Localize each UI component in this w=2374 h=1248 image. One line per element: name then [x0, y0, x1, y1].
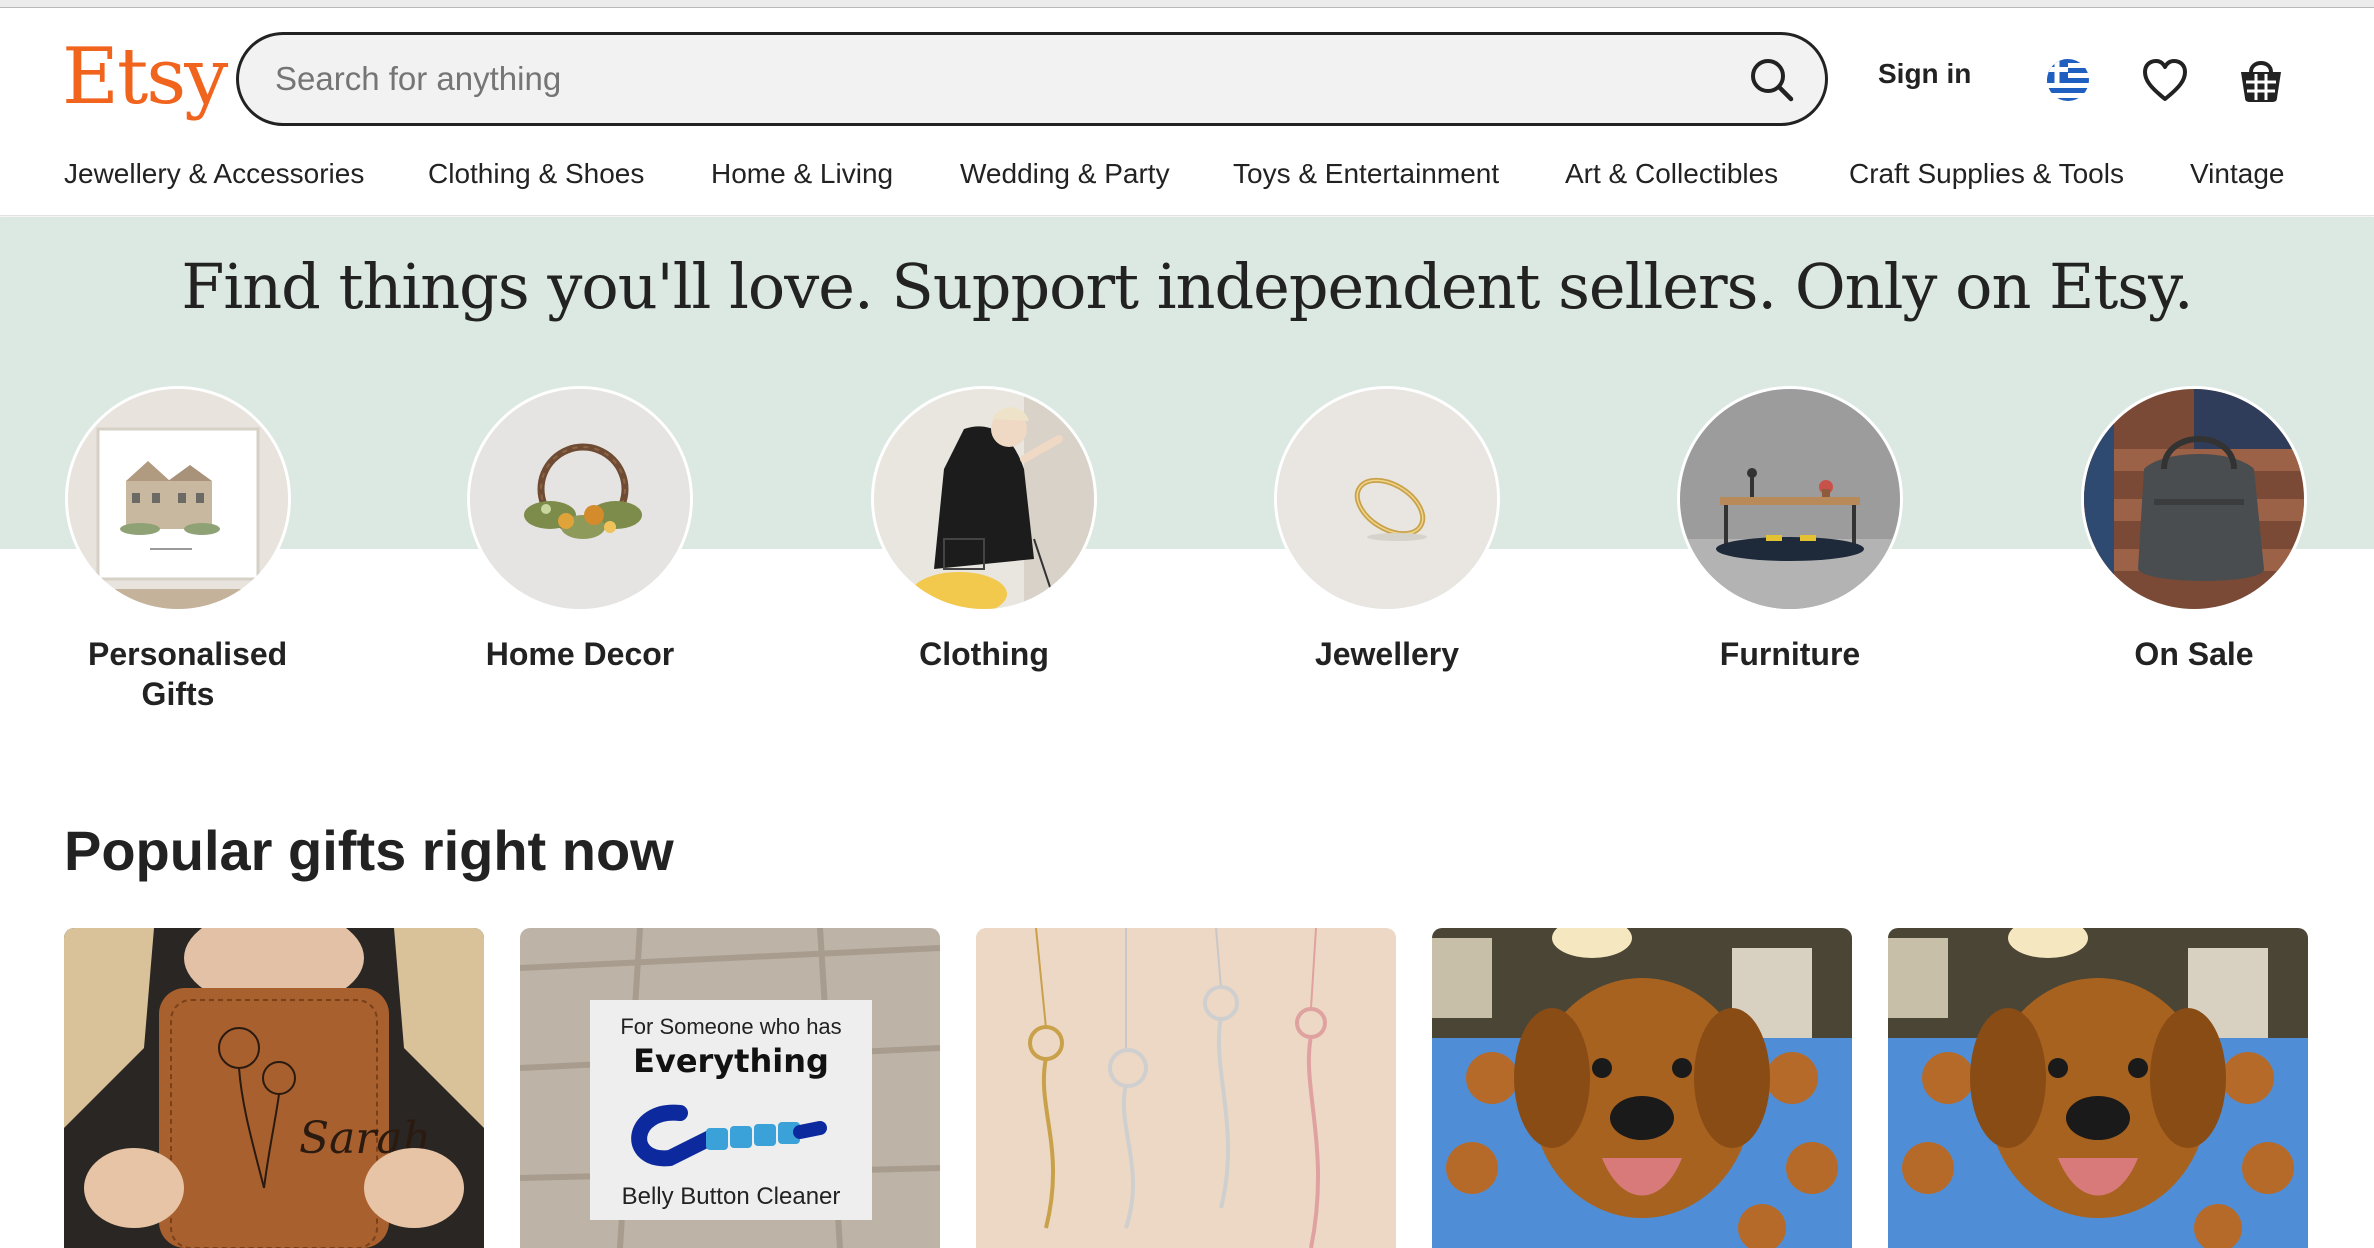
product-image: For Someone who has Everything Belly But… [520, 928, 940, 1248]
gift-card-dog-pillow-2[interactable] [1888, 928, 2308, 1248]
nav-item-craft-supplies-tools[interactable]: Craft Supplies & Tools [1849, 158, 2124, 190]
basket-icon [2241, 61, 2281, 102]
category-label: Furniture [1719, 636, 1861, 672]
search-icon [1751, 59, 1794, 102]
category-image-furniture [1677, 386, 1903, 612]
nav-item-toys-entertainment[interactable]: Toys & Entertainment [1233, 158, 1499, 190]
hero-title: Find things you'll love. Support indepen… [181, 250, 2193, 323]
nav-item-clothing-shoes[interactable]: Clothing & Shoes [428, 158, 644, 190]
category-home-decor[interactable]: Home Decor [430, 386, 730, 674]
search-button[interactable] [1743, 51, 1801, 109]
card-line-2: Everything [633, 1042, 829, 1080]
search-bar[interactable] [236, 32, 1828, 126]
nav-item-vintage[interactable]: Vintage [2190, 158, 2284, 190]
greece-flag-icon[interactable] [2046, 58, 2090, 102]
nav-item-wedding-party[interactable]: Wedding & Party [960, 158, 1170, 190]
category-on-sale[interactable]: On Sale [2044, 386, 2344, 674]
gift-card-leather-box[interactable]: Sarah [64, 928, 484, 1248]
product-image [1432, 928, 1852, 1248]
nav-item-art-collectibles[interactable]: Art & Collectibles [1565, 158, 1778, 190]
category-label: Home Decor [485, 636, 675, 672]
card-line-3: Belly Button Cleaner [622, 1183, 841, 1210]
card-line-1: For Someone who has [620, 1014, 841, 1039]
category-image-jewellery [1274, 386, 1500, 612]
popular-gifts-heading: Popular gifts right now [64, 819, 674, 882]
category-clothing[interactable]: Clothing [834, 386, 1134, 674]
category-label: On Sale [2134, 636, 2254, 672]
gift-card-dog-pillow-1[interactable] [1432, 928, 1852, 1248]
category-label: Jewellery [1314, 636, 1460, 672]
gift-card-flower-necklaces[interactable] [976, 928, 1396, 1248]
category-image-home-decor [467, 386, 693, 612]
category-furniture[interactable]: Furniture [1640, 386, 1940, 674]
category-personalised-gifts[interactable]: Personalised Gifts [28, 386, 328, 714]
category-image-on-sale [2081, 386, 2307, 612]
site-header: Etsy Sign in [0, 8, 2374, 133]
browser-top-edge [0, 0, 2374, 8]
nav-item-home-living[interactable]: Home & Living [711, 158, 893, 190]
etsy-logo[interactable]: Etsy [62, 32, 228, 122]
heart-icon [2143, 59, 2187, 101]
nav-item-jewellery-accessories[interactable]: Jewellery & Accessories [64, 158, 364, 190]
category-image-clothing [871, 386, 1097, 612]
search-input[interactable] [275, 55, 1655, 103]
product-image [976, 928, 1396, 1248]
sign-in-link[interactable]: Sign in [1878, 58, 1971, 90]
favorites-button[interactable] [2140, 56, 2190, 106]
category-nav: Jewellery & Accessories Clothing & Shoes… [0, 150, 2374, 216]
category-label: Personalised Gifts [88, 636, 288, 712]
gift-card-belly-button-cleaner[interactable]: For Someone who has Everything Belly But… [520, 928, 940, 1248]
category-label: Clothing [919, 636, 1049, 672]
product-image: Sarah [64, 928, 484, 1248]
category-image-personalised-gifts [65, 386, 291, 612]
cart-button[interactable] [2236, 52, 2286, 106]
category-jewellery[interactable]: Jewellery [1237, 386, 1537, 674]
product-image [1888, 928, 2308, 1248]
